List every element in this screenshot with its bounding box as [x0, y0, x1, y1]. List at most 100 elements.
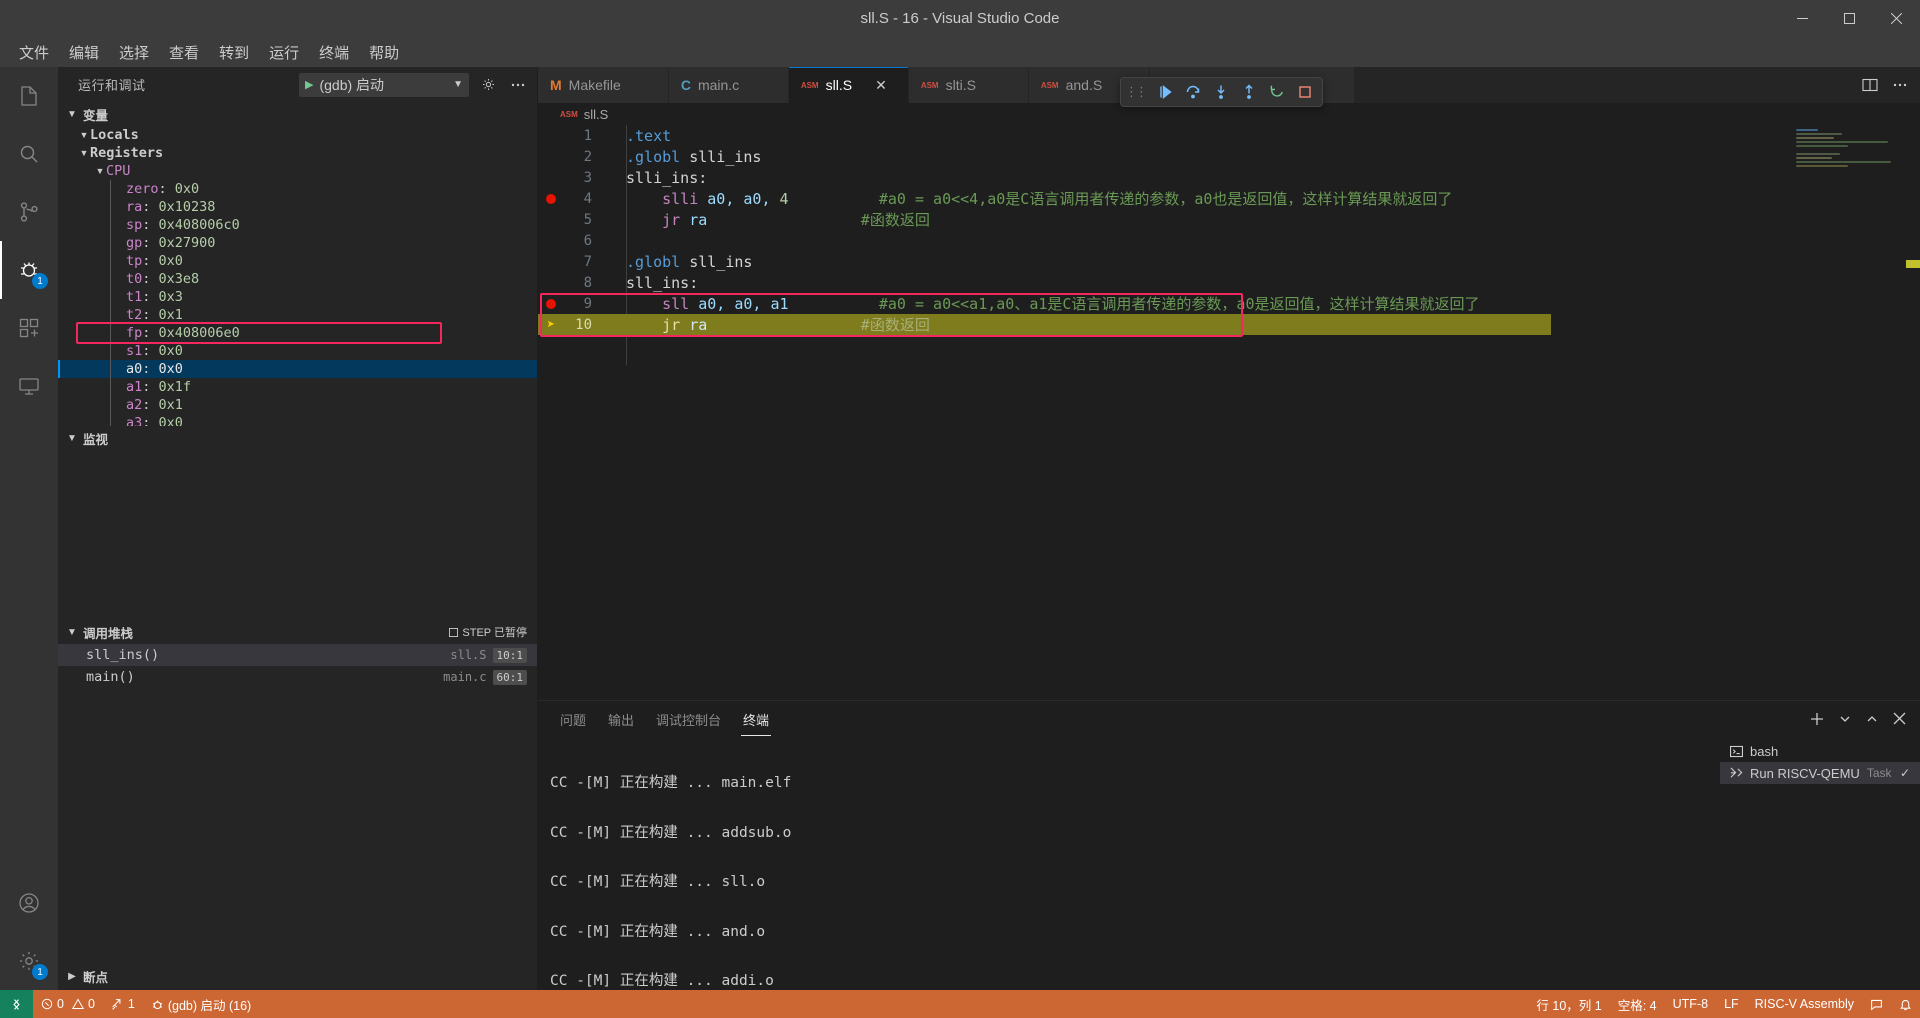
callstack-section-header[interactable]: ▼ 调用堆栈 STEP 已暂停 — [58, 620, 537, 644]
menu-terminal[interactable]: 终端 — [310, 39, 358, 66]
tree-item-register-ra[interactable]: ra: 0x10238 — [58, 198, 537, 216]
minimap[interactable] — [1796, 129, 1906, 249]
tree-item-registers[interactable]: ▼ Registers — [58, 144, 537, 162]
activitybar-item-accounts[interactable] — [0, 874, 58, 932]
status-problems[interactable]: 0 0 — [33, 990, 103, 1018]
tree-item-register-t1[interactable]: t1: 0x3 — [58, 288, 537, 306]
status-indentation[interactable]: 空格: 4 — [1610, 990, 1665, 1018]
panel-tab-debug-console[interactable]: 调试控制台 — [654, 702, 723, 736]
panel-tab-problems[interactable]: 问题 — [558, 702, 588, 736]
status-cursor-position[interactable]: 行 10，列 1 — [1528, 990, 1609, 1018]
line-number: 2 — [564, 149, 600, 165]
tree-item-register-gp[interactable]: gp: 0x27900 — [58, 234, 537, 252]
step-into-button[interactable] — [1208, 79, 1234, 105]
activitybar-item-source-control[interactable] — [0, 183, 58, 241]
activitybar-item-run-and-debug[interactable]: 1 — [0, 241, 58, 299]
stop-button[interactable] — [1292, 79, 1318, 105]
tree-item-register-fp[interactable]: fp: 0x408006e0 — [58, 324, 537, 342]
breakpoints-section-header[interactable]: ▶ 断点 — [58, 962, 537, 990]
activitybar-item-remote-explorer[interactable] — [0, 357, 58, 415]
tab-sll-s[interactable]: ASM sll.S ✕ — [789, 67, 909, 103]
terminal-output[interactable]: CC -[M] 正在构建 ... main.elf CC -[M] 正在构建 .… — [538, 736, 1720, 990]
menu-view[interactable]: 查看 — [160, 39, 208, 66]
close-icon[interactable]: ✕ — [873, 77, 889, 94]
tab-slti-s[interactable]: ASM slti.S ✕ — [909, 67, 1029, 103]
execution-pointer-glyph[interactable]: ➤ — [538, 318, 564, 332]
terminal-list-item-bash[interactable]: bash — [1720, 740, 1920, 762]
breakpoint-glyph[interactable] — [538, 194, 564, 204]
step-over-button[interactable] — [1180, 79, 1206, 105]
remote-indicator[interactable] — [0, 990, 33, 1018]
tree-item-register-a0[interactable]: a0: 0x0 — [58, 360, 537, 378]
step-out-button[interactable] — [1236, 79, 1262, 105]
tree-item-register-zero[interactable]: zero: 0x0 — [58, 180, 537, 198]
callstack-frame-sll-ins[interactable]: sll_ins() sll.S 10:1 — [58, 644, 537, 666]
split-terminal-chevron-icon[interactable] — [1839, 713, 1851, 725]
watch-section-header[interactable]: ▼ 监视 — [58, 426, 537, 450]
tree-item-cpu[interactable]: ▼ CPU — [58, 162, 537, 180]
new-terminal-icon[interactable] — [1809, 711, 1825, 727]
tree-item-register-tp[interactable]: tp: 0x0 — [58, 252, 537, 270]
menu-select[interactable]: 选择 — [110, 39, 158, 66]
start-debug-icon[interactable]: ▶ — [305, 78, 313, 91]
continue-button[interactable] — [1152, 79, 1178, 105]
makefile-icon: M — [550, 77, 562, 93]
variables-section-header[interactable]: ▼ 变量 — [58, 102, 537, 126]
close-button[interactable] — [1873, 0, 1920, 37]
status-feedback[interactable] — [1862, 990, 1891, 1018]
activitybar-item-search[interactable] — [0, 125, 58, 183]
launch-configuration-dropdown[interactable]: ▶ (gdb) 启动 ▼ — [299, 73, 469, 97]
tree-item-register-t0[interactable]: t0: 0x3e8 — [58, 270, 537, 288]
maximize-button[interactable] — [1826, 0, 1873, 37]
watch-body[interactable] — [58, 450, 537, 560]
status-debug-session[interactable]: (gdb) 启动 (16) — [143, 990, 259, 1018]
editor-scrollbar-decoration[interactable] — [1906, 260, 1920, 268]
tree-item-register-sp[interactable]: sp: 0x408006c0 — [58, 216, 537, 234]
c-file-icon: C — [681, 77, 691, 93]
tree-item-register-t2[interactable]: t2: 0x1 — [58, 306, 537, 324]
panel-tab-output[interactable]: 输出 — [606, 702, 636, 736]
close-panel-icon[interactable] — [1893, 712, 1906, 725]
tree-item-register-a3[interactable]: a3: 0x0 — [58, 414, 537, 426]
terminal-list-item-run-riscv-qemu[interactable]: Run RISCV-QEMU Task ✓ — [1720, 762, 1920, 784]
more-actions-icon[interactable] — [1892, 77, 1908, 93]
activitybar-item-extensions[interactable] — [0, 299, 58, 357]
maximize-panel-icon[interactable] — [1865, 712, 1879, 726]
task-icon — [1730, 767, 1743, 780]
tree-item-register-a1[interactable]: a1: 0x1f — [58, 378, 537, 396]
tab-makefile[interactable]: M Makefile ✕ — [538, 67, 669, 103]
status-eol[interactable]: LF — [1716, 990, 1747, 1018]
breadcrumb-file[interactable]: sll.S — [584, 107, 609, 122]
breakpoint-icon[interactable] — [546, 194, 556, 204]
minimize-button[interactable] — [1779, 0, 1826, 37]
sidebar-more-actions-icon[interactable] — [507, 74, 529, 96]
activitybar-item-manage[interactable]: 1 — [0, 932, 58, 990]
panel-tab-terminal[interactable]: 终端 — [741, 702, 771, 736]
debug-toolbar[interactable]: ⋮⋮ — [1120, 77, 1323, 107]
menu-help[interactable]: 帮助 — [360, 39, 408, 66]
activitybar-item-explorer[interactable] — [0, 67, 58, 125]
status-notifications[interactable] — [1891, 990, 1920, 1018]
menu-goto[interactable]: 转到 — [210, 39, 258, 66]
frame-file: main.c — [443, 670, 492, 684]
status-ports[interactable]: 1 — [103, 990, 143, 1018]
tab-main-c[interactable]: C main.c ✕ — [669, 67, 789, 103]
debug-settings-gear-icon[interactable] — [477, 74, 499, 96]
chevron-down-icon: ▼ — [94, 166, 106, 176]
status-encoding[interactable]: UTF-8 — [1665, 990, 1716, 1018]
menu-file[interactable]: 文件 — [10, 39, 58, 66]
tree-item-locals[interactable]: ▼ Locals — [58, 126, 537, 144]
menu-run[interactable]: 运行 — [260, 39, 308, 66]
breakpoint-icon[interactable] — [546, 299, 556, 309]
drag-handle-icon[interactable]: ⋮⋮ — [1125, 84, 1150, 100]
variables-section-label: 变量 — [83, 105, 108, 124]
tree-item-register-s1[interactable]: s1: 0x0 — [58, 342, 537, 360]
menu-edit[interactable]: 编辑 — [60, 39, 108, 66]
callstack-frame-main[interactable]: main() main.c 60:1 — [58, 666, 537, 688]
tree-item-register-a2[interactable]: a2: 0x1 — [58, 396, 537, 414]
split-editor-icon[interactable] — [1862, 77, 1878, 93]
status-language-mode[interactable]: RISC-V Assembly — [1747, 990, 1862, 1018]
code-editor[interactable]: 1 .text 2 .globl slli_ins 3 slli_ins: 4 — [538, 125, 1920, 700]
restart-button[interactable] — [1264, 79, 1290, 105]
breakpoint-glyph[interactable] — [538, 299, 564, 309]
